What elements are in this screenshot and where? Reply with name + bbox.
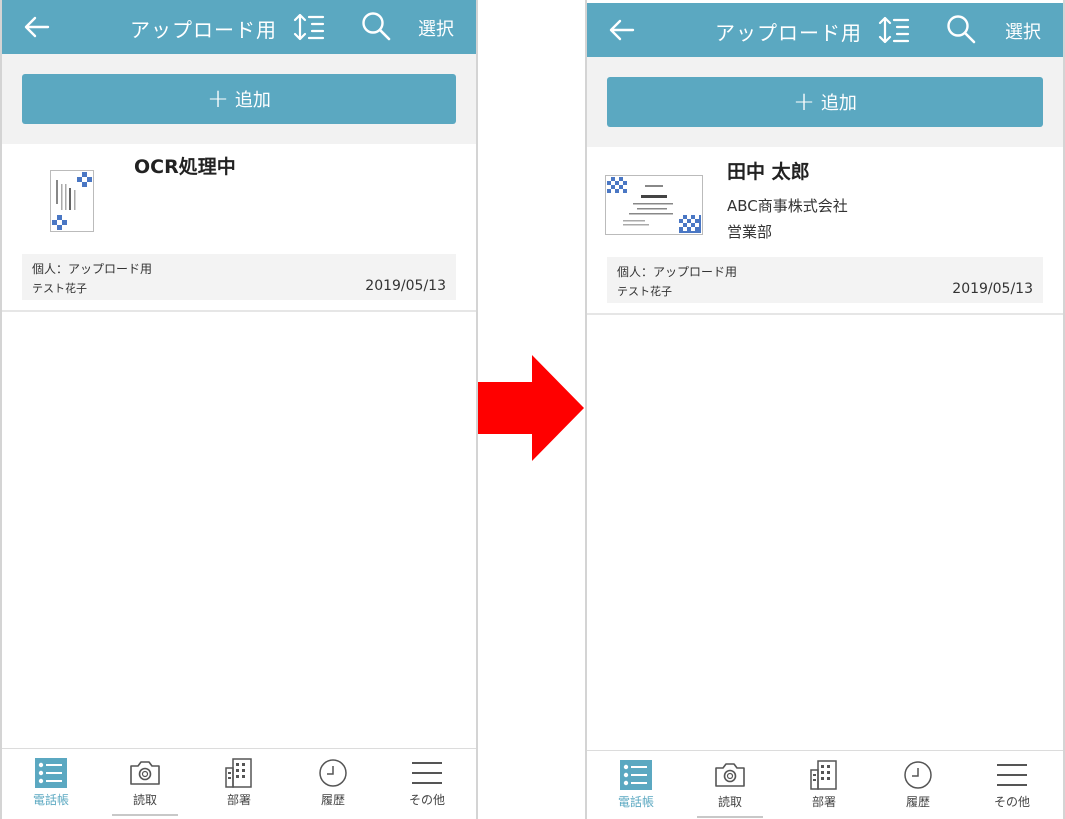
tab-phonebook[interactable]: 電話帳	[4, 749, 98, 819]
top-bar: アップロード用 選択	[2, 0, 476, 54]
tab-label: 履歴	[320, 793, 345, 807]
clock-icon	[319, 759, 347, 787]
tab-bar: 電話帳 読取 部署 履歴 その他	[2, 748, 476, 819]
card-meta: 個人：アップロード用 テスト花子 2019/05/13	[607, 257, 1043, 303]
add-button-label: 追加	[234, 90, 271, 111]
building-icon	[810, 760, 837, 790]
tab-underline	[112, 814, 178, 816]
tab-label: 読取	[717, 795, 742, 809]
card-group: 個人：アップロード用	[32, 262, 153, 276]
business-card-thumbnail-icon	[50, 170, 94, 232]
select-button[interactable]: 選択	[1005, 18, 1041, 44]
card-name: OCR処理中	[134, 156, 236, 178]
back-arrow-icon[interactable]	[22, 12, 52, 42]
tab-other[interactable]: その他	[380, 749, 474, 819]
tab-label: 読取	[132, 793, 157, 807]
menu-icon	[412, 762, 442, 784]
tab-scan[interactable]: 読取	[98, 749, 192, 819]
select-button[interactable]: 選択	[418, 15, 454, 41]
screen-before: アップロード用 選択 + 追加 OCR処理中 個人：アップロード用 テスト花子 …	[0, 0, 478, 819]
tab-scan[interactable]: 読取	[683, 751, 777, 819]
card-date: 2019/05/13	[952, 281, 1033, 297]
tab-label: 電話帳	[617, 795, 654, 809]
tab-label: 履歴	[905, 795, 930, 809]
screen-after: アップロード用 選択 + 追加 田中 太郎 ABC商事株式会社 営業部 個人：ア…	[585, 0, 1065, 819]
card-department: 営業部	[727, 223, 773, 241]
camera-icon	[715, 763, 745, 787]
plus-icon: +	[793, 87, 815, 117]
top-bar: アップロード用 選択	[587, 3, 1063, 57]
tab-underline	[697, 816, 763, 818]
back-arrow-icon[interactable]	[607, 15, 637, 45]
phonebook-icon	[35, 758, 67, 788]
tab-label: 部署	[811, 795, 836, 809]
tab-label: 電話帳	[32, 793, 69, 807]
plus-icon: +	[207, 84, 229, 114]
page-title: アップロード用	[130, 18, 277, 42]
tab-bar: 電話帳 読取 部署 履歴 その他	[587, 750, 1063, 819]
add-button-label: 追加	[820, 93, 857, 114]
page-title: アップロード用	[715, 21, 862, 45]
camera-icon	[130, 761, 160, 785]
business-card-item[interactable]: 田中 太郎 ABC商事株式会社 営業部 個人：アップロード用 テスト花子 201…	[587, 147, 1063, 315]
add-button[interactable]: + 追加	[607, 77, 1043, 127]
search-icon[interactable]	[945, 13, 977, 45]
card-company: ABC商事株式会社	[727, 197, 848, 215]
tab-department[interactable]: 部署	[192, 749, 286, 819]
business-card-thumbnail-icon	[605, 175, 703, 235]
tab-label: 部署	[226, 793, 251, 807]
clock-icon	[904, 761, 932, 789]
tab-history[interactable]: 履歴	[286, 749, 380, 819]
card-group: 個人：アップロード用	[617, 265, 738, 279]
card-owner: テスト花子	[617, 285, 672, 298]
card-date: 2019/05/13	[365, 278, 446, 294]
menu-icon	[997, 764, 1027, 786]
business-card-item[interactable]: OCR処理中 個人：アップロード用 テスト花子 2019/05/13	[2, 144, 476, 312]
card-name: 田中 太郎	[727, 161, 810, 183]
tab-phonebook[interactable]: 電話帳	[589, 751, 683, 819]
add-button[interactable]: + 追加	[22, 74, 456, 124]
phonebook-icon	[620, 760, 652, 790]
building-icon	[225, 758, 252, 788]
search-icon[interactable]	[360, 10, 392, 42]
tab-label: その他	[408, 793, 445, 807]
add-area: + 追加	[587, 57, 1063, 147]
add-area: + 追加	[2, 54, 476, 144]
tab-label: その他	[993, 795, 1030, 809]
card-meta: 個人：アップロード用 テスト花子 2019/05/13	[22, 254, 456, 300]
card-owner: テスト花子	[32, 282, 87, 295]
tab-history[interactable]: 履歴	[871, 751, 965, 819]
sort-icon[interactable]	[292, 12, 326, 42]
transition-arrow-icon	[478, 355, 584, 461]
sort-icon[interactable]	[877, 15, 911, 45]
tab-other[interactable]: その他	[965, 751, 1059, 819]
tab-department[interactable]: 部署	[777, 751, 871, 819]
